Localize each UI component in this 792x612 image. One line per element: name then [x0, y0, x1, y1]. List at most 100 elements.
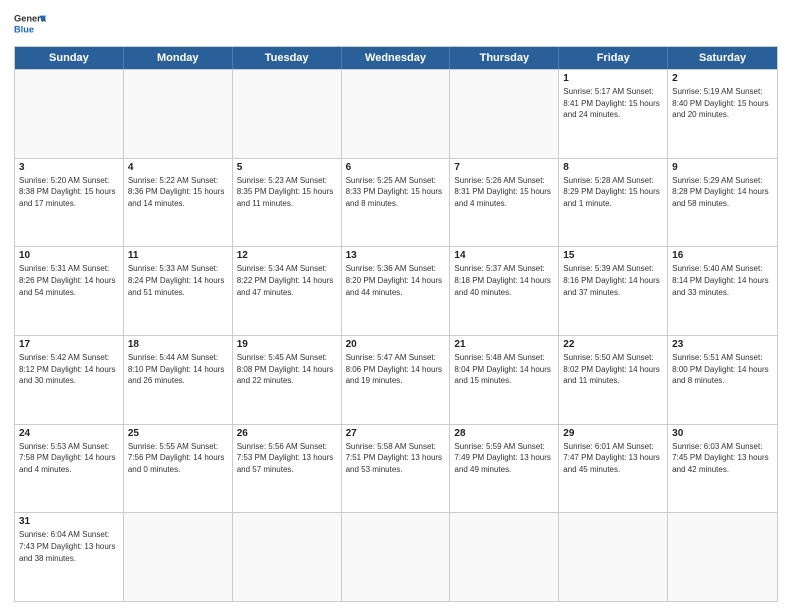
header-day-monday: Monday — [124, 47, 233, 69]
empty-cell — [450, 70, 559, 158]
day-info: Sunrise: 5:20 AM Sunset: 8:38 PM Dayligh… — [19, 175, 119, 210]
day-number: 29 — [563, 428, 663, 439]
day-info: Sunrise: 5:45 AM Sunset: 8:08 PM Dayligh… — [237, 352, 337, 387]
day-info: Sunrise: 5:44 AM Sunset: 8:10 PM Dayligh… — [128, 352, 228, 387]
day-cell-21: 21Sunrise: 5:48 AM Sunset: 8:04 PM Dayli… — [450, 336, 559, 424]
header: General Blue — [14, 10, 778, 38]
day-cell-23: 23 Sunrise: 5:51 AM Sunset: 8:00 PM Dayli… — [668, 336, 777, 424]
day-number: 4 — [128, 162, 228, 173]
day-info: Sunrise: 6:01 AM Sunset: 7:47 PM Dayligh… — [563, 441, 663, 476]
header-day-thursday: Thursday — [450, 47, 559, 69]
day-number: 5 — [237, 162, 337, 173]
day-info: Sunrise: 5:55 AM Sunset: 7:56 PM Dayligh… — [128, 441, 228, 476]
day-cell-20: 20 Sunrise: 5:47 AM Sunset: 8:06 PM Dayli… — [342, 336, 451, 424]
empty-cell — [124, 513, 233, 601]
calendar-week-5: 31 Sunrise: 6:04 AM Sunset: 7:43 PM Dayli… — [15, 512, 777, 601]
day-cell-2: 2 Sunrise: 5:19 AM Sunset: 8:40 PM Daylig… — [668, 70, 777, 158]
day-number: 19 — [237, 339, 337, 350]
day-number: 9 — [672, 162, 773, 173]
day-info: Sunrise: 5:23 AM Sunset: 8:35 PM Dayligh… — [237, 175, 337, 210]
day-number: 20 — [346, 339, 446, 350]
day-cell-8: 8 Sunrise: 5:28 AM Sunset: 8:29 PM Daylig… — [559, 159, 668, 247]
empty-cell — [559, 513, 668, 601]
day-cell-12: 12Sunrise: 5:34 AM Sunset: 8:22 PM Dayli… — [233, 247, 342, 335]
day-number: 31 — [19, 516, 119, 527]
day-info: Sunrise: 5:47 AM Sunset: 8:06 PM Dayligh… — [346, 352, 446, 387]
empty-cell — [124, 70, 233, 158]
day-cell-22: 22Sunrise: 5:50 AM Sunset: 8:02 PM Dayli… — [559, 336, 668, 424]
empty-cell — [15, 70, 124, 158]
day-info: Sunrise: 5:37 AM Sunset: 8:18 PM Dayligh… — [454, 263, 554, 298]
day-number: 22 — [563, 339, 663, 350]
day-info: Sunrise: 5:31 AM Sunset: 8:26 PM Dayligh… — [19, 263, 119, 298]
day-number: 14 — [454, 250, 554, 261]
day-info: Sunrise: 5:36 AM Sunset: 8:20 PM Dayligh… — [346, 263, 446, 298]
day-number: 16 — [672, 250, 773, 261]
day-cell-11: 11Sunrise: 5:33 AM Sunset: 8:24 PM Dayli… — [124, 247, 233, 335]
day-info: Sunrise: 6:04 AM Sunset: 7:43 PM Dayligh… — [19, 529, 119, 564]
day-info: Sunrise: 5:33 AM Sunset: 8:24 PM Dayligh… — [128, 263, 228, 298]
empty-cell — [233, 70, 342, 158]
day-number: 26 — [237, 428, 337, 439]
svg-text:Blue: Blue — [14, 24, 34, 34]
calendar-header: SundayMondayTuesdayWednesdayThursdayFrid… — [15, 47, 777, 69]
day-info: Sunrise: 5:19 AM Sunset: 8:40 PM Dayligh… — [672, 86, 773, 121]
day-number: 2 — [672, 73, 773, 84]
header-day-wednesday: Wednesday — [342, 47, 451, 69]
day-number: 8 — [563, 162, 663, 173]
day-info: Sunrise: 5:59 AM Sunset: 7:49 PM Dayligh… — [454, 441, 554, 476]
calendar: SundayMondayTuesdayWednesdayThursdayFrid… — [14, 46, 778, 602]
day-info: Sunrise: 5:51 AM Sunset: 8:00 PM Dayligh… — [672, 352, 773, 387]
day-number: 3 — [19, 162, 119, 173]
day-info: Sunrise: 5:17 AM Sunset: 8:41 PM Dayligh… — [563, 86, 663, 121]
header-day-saturday: Saturday — [668, 47, 777, 69]
day-number: 28 — [454, 428, 554, 439]
calendar-body: 1Sunrise: 5:17 AM Sunset: 8:41 PM Daylig… — [15, 69, 777, 601]
day-info: Sunrise: 5:25 AM Sunset: 8:33 PM Dayligh… — [346, 175, 446, 210]
day-number: 23 — [672, 339, 773, 350]
day-number: 10 — [19, 250, 119, 261]
header-day-sunday: Sunday — [15, 47, 124, 69]
day-cell-3: 3 Sunrise: 5:20 AM Sunset: 8:38 PM Daylig… — [15, 159, 124, 247]
empty-cell — [342, 513, 451, 601]
day-info: Sunrise: 5:58 AM Sunset: 7:51 PM Dayligh… — [346, 441, 446, 476]
day-info: Sunrise: 5:40 AM Sunset: 8:14 PM Dayligh… — [672, 263, 773, 298]
day-info: Sunrise: 5:28 AM Sunset: 8:29 PM Dayligh… — [563, 175, 663, 210]
empty-cell — [233, 513, 342, 601]
day-number: 24 — [19, 428, 119, 439]
day-number: 30 — [672, 428, 773, 439]
day-cell-14: 14 Sunrise: 5:37 AM Sunset: 8:18 PM Dayli… — [450, 247, 559, 335]
day-cell-9: 9Sunrise: 5:29 AM Sunset: 8:28 PM Daylig… — [668, 159, 777, 247]
day-number: 7 — [454, 162, 554, 173]
day-cell-1: 1Sunrise: 5:17 AM Sunset: 8:41 PM Daylig… — [559, 70, 668, 158]
day-info: Sunrise: 5:56 AM Sunset: 7:53 PM Dayligh… — [237, 441, 337, 476]
day-cell-18: 18 Sunrise: 5:44 AM Sunset: 8:10 PM Dayli… — [124, 336, 233, 424]
day-info: Sunrise: 5:22 AM Sunset: 8:36 PM Dayligh… — [128, 175, 228, 210]
day-cell-19: 19 Sunrise: 5:45 AM Sunset: 8:08 PM Dayli… — [233, 336, 342, 424]
calendar-week-4: 24Sunrise: 5:53 AM Sunset: 7:58 PM Dayli… — [15, 424, 777, 513]
day-number: 17 — [19, 339, 119, 350]
day-number: 13 — [346, 250, 446, 261]
day-info: Sunrise: 5:34 AM Sunset: 8:22 PM Dayligh… — [237, 263, 337, 298]
page: General Blue SundayMondayTuesdayWednesda… — [0, 0, 792, 612]
day-number: 18 — [128, 339, 228, 350]
day-cell-6: 6Sunrise: 5:25 AM Sunset: 8:33 PM Daylig… — [342, 159, 451, 247]
day-cell-30: 30 Sunrise: 6:03 AM Sunset: 7:45 PM Dayli… — [668, 425, 777, 513]
header-day-tuesday: Tuesday — [233, 47, 342, 69]
empty-cell — [450, 513, 559, 601]
header-day-friday: Friday — [559, 47, 668, 69]
day-cell-17: 17Sunrise: 5:42 AM Sunset: 8:12 PM Dayli… — [15, 336, 124, 424]
day-cell-16: 16 Sunrise: 5:40 AM Sunset: 8:14 PM Dayli… — [668, 247, 777, 335]
generalblue-logo-icon: General Blue — [14, 10, 46, 38]
day-cell-15: 15 Sunrise: 5:39 AM Sunset: 8:16 PM Dayli… — [559, 247, 668, 335]
calendar-week-0: 1Sunrise: 5:17 AM Sunset: 8:41 PM Daylig… — [15, 69, 777, 158]
day-info: Sunrise: 5:26 AM Sunset: 8:31 PM Dayligh… — [454, 175, 554, 210]
day-info: Sunrise: 5:39 AM Sunset: 8:16 PM Dayligh… — [563, 263, 663, 298]
logo: General Blue — [14, 10, 46, 38]
day-number: 15 — [563, 250, 663, 261]
day-cell-29: 29 Sunrise: 6:01 AM Sunset: 7:47 PM Dayli… — [559, 425, 668, 513]
day-info: Sunrise: 6:03 AM Sunset: 7:45 PM Dayligh… — [672, 441, 773, 476]
day-cell-5: 5 Sunrise: 5:23 AM Sunset: 8:35 PM Daylig… — [233, 159, 342, 247]
day-cell-28: 28 Sunrise: 5:59 AM Sunset: 7:49 PM Dayli… — [450, 425, 559, 513]
day-cell-13: 13 Sunrise: 5:36 AM Sunset: 8:20 PM Dayli… — [342, 247, 451, 335]
